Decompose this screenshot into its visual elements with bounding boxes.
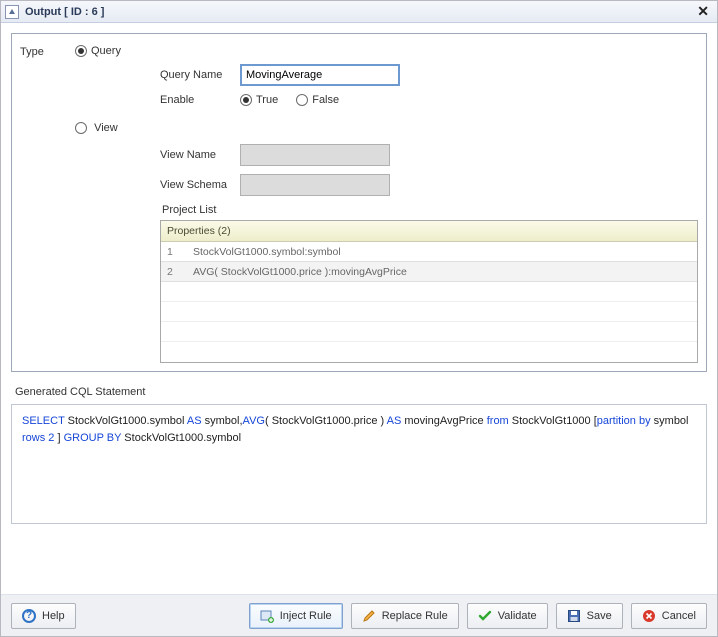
close-icon[interactable]: ✕	[693, 3, 713, 20]
table-row-empty	[161, 342, 697, 362]
view-form: View Name View Schema Project List Prope…	[160, 144, 698, 363]
cancel-button[interactable]: Cancel	[631, 603, 707, 629]
output-dialog: Output [ ID : 6 ] ✕ Type Query Query Nam…	[0, 0, 718, 637]
cql-ident: symbol,	[202, 415, 243, 427]
replace-button-label: Replace Rule	[382, 610, 448, 622]
project-list-header: Properties (2)	[161, 221, 697, 242]
validate-button-label: Validate	[498, 610, 537, 622]
row-text: StockVolGt1000.symbol:symbol	[193, 246, 341, 258]
view-schema-label: View Schema	[160, 179, 240, 191]
pencil-icon	[362, 609, 376, 623]
dialog-title: Output [ ID : 6 ]	[25, 6, 693, 18]
cql-statement: SELECT StockVolGt1000.symbol AS symbol,A…	[11, 404, 707, 524]
project-list-table: Properties (2) 1 StockVolGt1000.symbol:s…	[160, 220, 698, 363]
titlebar: Output [ ID : 6 ] ✕	[1, 1, 717, 23]
inject-rule-button[interactable]: Inject Rule	[249, 603, 343, 629]
query-name-input[interactable]	[240, 64, 400, 86]
cql-keyword: rows 2	[22, 432, 54, 444]
view-schema-row: View Schema	[160, 174, 698, 196]
cql-keyword: AVG	[243, 415, 265, 427]
query-name-label: Query Name	[160, 69, 240, 81]
radio-enable-true-label: True	[256, 94, 278, 106]
button-bar: ? Help Inject Rule Replace Rule Validate	[1, 594, 717, 636]
enable-label: Enable	[160, 94, 240, 106]
type-row: Type Query	[20, 44, 698, 58]
cql-ident: movingAvgPrice	[401, 415, 486, 427]
save-button-label: Save	[587, 610, 612, 622]
row-num: 2	[167, 266, 193, 278]
cancel-icon	[642, 609, 656, 623]
enable-row: Enable True False	[160, 94, 698, 106]
cql-keyword: SELECT	[22, 415, 65, 427]
cql-keyword: AS	[187, 415, 202, 427]
help-button[interactable]: ? Help	[11, 603, 76, 629]
radio-enable-false-label: False	[312, 94, 339, 106]
radio-view[interactable]	[75, 122, 87, 134]
config-panel: Type Query Query Name Enable True	[11, 33, 707, 372]
row-text: AVG( StockVolGt1000.price ):movingAvgPri…	[193, 266, 407, 278]
cql-keyword: from	[487, 415, 509, 427]
table-row-empty	[161, 302, 697, 322]
save-button[interactable]: Save	[556, 603, 623, 629]
dialog-content: Type Query Query Name Enable True	[1, 23, 717, 594]
view-radio-row: View	[75, 122, 698, 134]
radio-query-label: Query	[91, 45, 121, 57]
view-schema-input	[240, 174, 390, 196]
cql-ident: StockVolGt1000 [	[509, 415, 597, 427]
type-label: Type	[20, 44, 60, 58]
cql-ident: StockVolGt1000.symbol	[65, 415, 187, 427]
row-num: 1	[167, 246, 193, 258]
table-row[interactable]: 2 AVG( StockVolGt1000.price ):movingAvgP…	[161, 262, 697, 282]
query-form: Query Name Enable True False	[160, 64, 698, 106]
cql-ident: ( StockVolGt1000.price )	[265, 415, 387, 427]
view-name-row: View Name	[160, 144, 698, 166]
cql-label: Generated CQL Statement	[15, 386, 707, 398]
view-name-input	[240, 144, 390, 166]
radio-query[interactable]	[75, 45, 87, 57]
cql-keyword: GROUP BY	[64, 432, 122, 444]
validate-button[interactable]: Validate	[467, 603, 548, 629]
save-icon	[567, 609, 581, 623]
check-icon	[478, 609, 492, 623]
inject-icon	[260, 609, 274, 623]
help-icon: ?	[22, 609, 36, 623]
table-row-empty	[161, 322, 697, 342]
radio-view-label: View	[94, 122, 118, 134]
query-name-row: Query Name	[160, 64, 698, 86]
cql-ident: symbol	[651, 415, 689, 427]
cql-ident: ]	[54, 432, 63, 444]
table-row[interactable]: 1 StockVolGt1000.symbol:symbol	[161, 242, 697, 262]
inject-button-label: Inject Rule	[280, 610, 332, 622]
cql-keyword: AS	[387, 415, 402, 427]
replace-rule-button[interactable]: Replace Rule	[351, 603, 459, 629]
table-row-empty	[161, 282, 697, 302]
radio-enable-false[interactable]	[296, 94, 308, 106]
view-name-label: View Name	[160, 149, 240, 161]
collapse-icon[interactable]	[5, 5, 19, 19]
help-button-label: Help	[42, 610, 65, 622]
project-list-label: Project List	[162, 204, 698, 216]
cql-ident: StockVolGt1000.symbol	[121, 432, 241, 444]
radio-enable-true[interactable]	[240, 94, 252, 106]
cql-keyword: partition by	[597, 415, 651, 427]
cancel-button-label: Cancel	[662, 610, 696, 622]
